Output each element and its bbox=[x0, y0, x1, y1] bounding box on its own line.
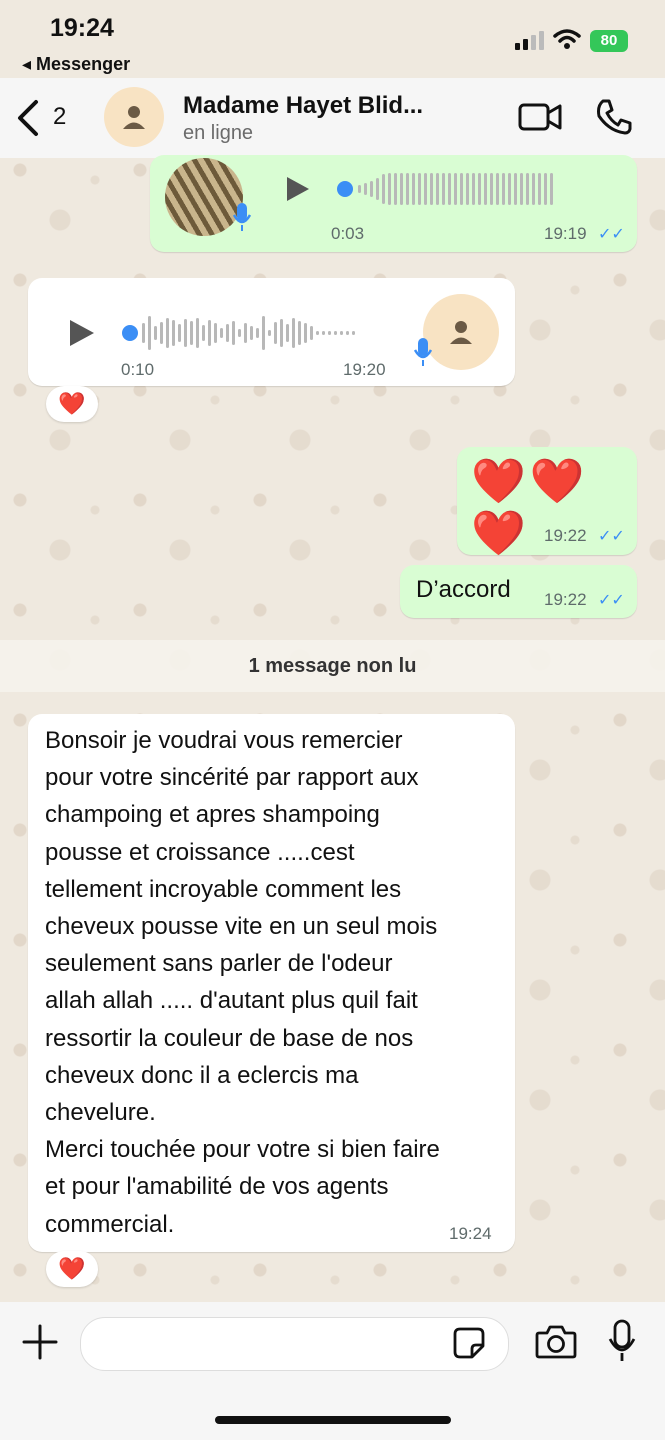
message-line: Bonsoir je voudrai vous remercier bbox=[45, 727, 403, 754]
unread-chats-count[interactable]: 2 bbox=[53, 103, 66, 131]
message-line: pour votre sincérité par rapport aux bbox=[45, 764, 419, 792]
message-time: 19:20 bbox=[343, 360, 386, 379]
playback-dot[interactable] bbox=[122, 325, 138, 341]
outgoing-voice-message[interactable]: 0:03 19:19 ✓✓ bbox=[150, 155, 637, 252]
voice-duration: 0:10 bbox=[121, 360, 155, 379]
message-line: champoing et apres shampoing bbox=[45, 801, 380, 829]
message-text: D’accord bbox=[416, 576, 511, 603]
message-time: 19:24 bbox=[449, 1224, 492, 1243]
plus-icon[interactable] bbox=[22, 1324, 58, 1360]
read-receipt-icon: ✓✓ bbox=[598, 528, 625, 545]
voice-note-mic-icon bbox=[413, 338, 433, 366]
status-time: 19:24 bbox=[50, 14, 114, 42]
contact-status: en ligne bbox=[183, 122, 254, 144]
sender-avatar bbox=[423, 294, 499, 370]
back-chevron-icon[interactable] bbox=[12, 98, 42, 138]
incoming-text-message[interactable]: Bonsoir je voudrai vous remercier pour vo… bbox=[28, 714, 515, 1252]
playback-dot[interactable] bbox=[337, 181, 353, 197]
message-time: 19:22 bbox=[544, 590, 587, 609]
home-indicator bbox=[215, 1416, 451, 1424]
voice-duration: 0:03 bbox=[331, 224, 365, 243]
cellular-signal-icon bbox=[515, 31, 544, 50]
person-icon bbox=[450, 321, 472, 344]
message-line: allah allah ..... d'autant plus quil fai… bbox=[45, 987, 418, 1015]
read-receipt-icon: ✓✓ bbox=[598, 592, 625, 609]
read-receipt-icon: ✓✓ bbox=[598, 226, 625, 243]
message-time: 19:22 bbox=[544, 526, 587, 545]
message-line: Merci touchée pour votre si bien faire bbox=[45, 1136, 440, 1164]
message-input[interactable] bbox=[80, 1317, 509, 1371]
message-line: cheveux donc il a eclercis ma bbox=[45, 1061, 359, 1089]
back-app-label: Messenger bbox=[36, 54, 131, 74]
heart-reaction[interactable]: ❤️ bbox=[46, 386, 98, 422]
message-line: tellement incroyable comment les bbox=[45, 875, 402, 903]
voice-waveform bbox=[358, 173, 556, 205]
unread-messages-divider: 1 message non lu bbox=[0, 640, 665, 692]
contact-name[interactable]: Madame Hayet Blid... bbox=[183, 92, 423, 120]
contact-avatar[interactable] bbox=[104, 87, 164, 147]
incoming-voice-message[interactable]: 0:10 19:20 bbox=[28, 278, 515, 386]
microphone-icon[interactable] bbox=[607, 1319, 637, 1363]
battery-indicator: 80 bbox=[590, 30, 628, 52]
back-to-app-link[interactable]: ◂ Messenger bbox=[22, 54, 130, 75]
play-icon[interactable] bbox=[68, 318, 96, 348]
outgoing-emoji-message[interactable]: ❤️❤️❤️ 19:22 ✓✓ bbox=[457, 447, 637, 558]
voice-note-mic-icon bbox=[232, 203, 252, 231]
wifi-icon bbox=[553, 29, 581, 49]
message-line: commercial. bbox=[45, 1210, 175, 1238]
play-icon[interactable] bbox=[285, 175, 311, 203]
message-line: pousse et croissance .....cest bbox=[45, 838, 355, 866]
voice-waveform bbox=[142, 316, 358, 350]
sticker-icon[interactable] bbox=[452, 1326, 486, 1360]
message-line: cheveux pousse vite en un seul mois bbox=[45, 913, 438, 941]
message-line: ressortir la couleur de base de nos bbox=[45, 1024, 414, 1052]
message-line: seulement sans parler de l'odeur bbox=[45, 950, 393, 978]
video-call-icon[interactable] bbox=[518, 102, 562, 132]
heart-reaction[interactable]: ❤️ bbox=[46, 1251, 98, 1287]
camera-icon[interactable] bbox=[535, 1324, 577, 1360]
message-time: 19:19 bbox=[544, 224, 587, 243]
outgoing-text-message[interactable]: D’accord 19:22 ✓✓ bbox=[400, 565, 637, 618]
person-icon bbox=[123, 106, 145, 129]
message-line: chevelure. bbox=[45, 1099, 156, 1127]
message-line: et pour l'amabilité de vos agents bbox=[45, 1173, 389, 1201]
phone-call-icon[interactable] bbox=[595, 98, 633, 136]
message-text: Bonsoir je voudrai vous remercier pour vo… bbox=[45, 722, 510, 1243]
